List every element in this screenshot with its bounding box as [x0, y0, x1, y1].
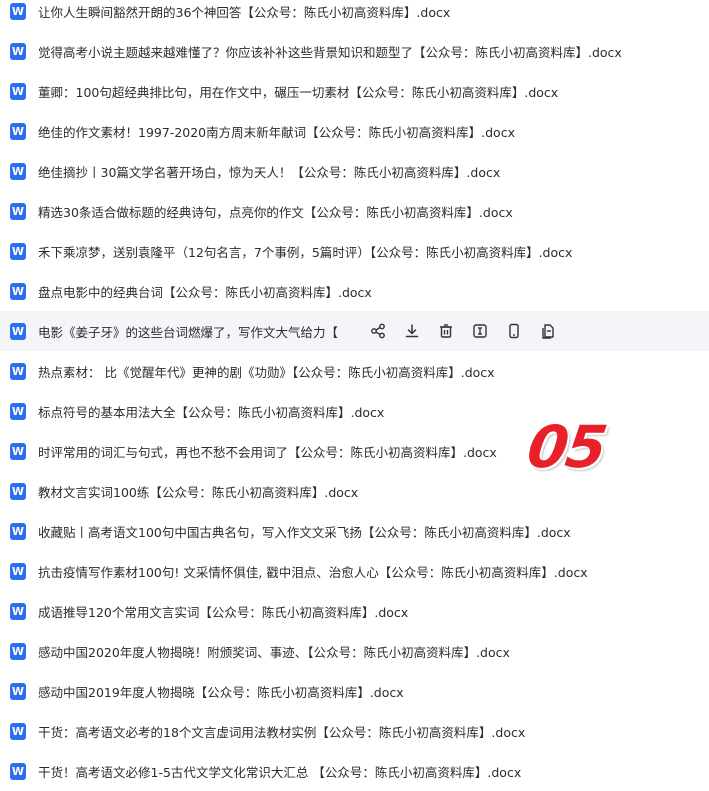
word-file-icon: W — [10, 362, 26, 380]
word-file-icon: W — [10, 562, 26, 580]
file-name[interactable]: 教材文言实词100练【公众号：陈氏小初高资料库】.docx — [38, 482, 358, 501]
share-icon[interactable] — [368, 321, 388, 341]
word-file-icon: W — [10, 162, 26, 180]
file-name[interactable]: 标点符号的基本用法大全【公众号：陈氏小初高资料库】.docx — [38, 402, 384, 421]
file-name[interactable]: 成语推导120个常用文言实词【公众号：陈氏小初高资料库】.docx — [38, 602, 408, 621]
file-list: W 让你人生瞬间豁然开朗的36个神回答【公众号：陈氏小初高资料库】.docx W… — [0, 0, 709, 791]
file-name[interactable]: 感动中国2020年度人物揭晓！附颁奖词、事迹、【公众号：陈氏小初高资料库】.do… — [38, 642, 510, 661]
file-row[interactable]: W 干货：高考语文必考的18个文言虚词用法教材实例【公众号：陈氏小初高资料库】.… — [0, 711, 709, 751]
word-file-icon: W — [10, 762, 26, 780]
word-file-icon: W — [10, 42, 26, 60]
file-name[interactable]: 董卿：100句超经典排比句，用在作文中，碾压一切素材【公众号：陈氏小初高资料库】… — [38, 82, 558, 101]
file-row[interactable]: W 盘点电影中的经典台词【公众号：陈氏小初高资料库】.docx — [0, 271, 709, 311]
delete-icon[interactable] — [436, 321, 456, 341]
file-row-hovered[interactable]: W 电影《姜子牙》的这些台词燃爆了，写作文大气给力【公... — [0, 311, 709, 351]
file-name[interactable]: 精选30条适合做标题的经典诗句，点亮你的作文【公众号：陈氏小初高资料库】.doc… — [38, 202, 513, 221]
number-badge: 05 — [523, 413, 610, 481]
file-name[interactable]: 干货：高考语文必考的18个文言虚词用法教材实例【公众号：陈氏小初高资料库】.do… — [38, 722, 525, 741]
row-actions — [368, 311, 572, 351]
word-file-icon: W — [10, 682, 26, 700]
file-row[interactable]: W 热点素材： 比《觉醒年代》更神的剧《功勋》【公众号：陈氏小初高资料库】.do… — [0, 351, 709, 391]
file-row[interactable]: W 董卿：100句超经典排比句，用在作文中，碾压一切素材【公众号：陈氏小初高资料… — [0, 71, 709, 111]
file-name[interactable]: 觉得高考小说主题越来越难懂了？你应该补补这些背景知识和题型了【公众号：陈氏小初高… — [38, 42, 622, 61]
word-file-icon: W — [10, 482, 26, 500]
word-file-icon: W — [10, 122, 26, 140]
file-row[interactable]: W 禾下乘凉梦，送别袁隆平（12句名言，7个事例，5篇时评）【公众号：陈氏小初高… — [0, 231, 709, 271]
file-name[interactable]: 绝佳的作文素材！1997-2020南方周末新年献词【公众号：陈氏小初高资料库】.… — [38, 122, 515, 141]
word-file-icon: W — [10, 322, 26, 340]
word-file-icon: W — [10, 442, 26, 460]
file-row[interactable]: W 收藏贴丨高考语文100句中国古典名句，写入作文文采飞扬【公众号：陈氏小初高资… — [0, 511, 709, 551]
file-name[interactable]: 时评常用的词汇与句式，再也不愁不会用词了【公众号：陈氏小初高资料库】.docx — [38, 442, 497, 461]
word-file-icon: W — [10, 522, 26, 540]
file-row[interactable]: W 觉得高考小说主题越来越难懂了？你应该补补这些背景知识和题型了【公众号：陈氏小… — [0, 31, 709, 71]
mobile-icon[interactable] — [504, 321, 524, 341]
file-row[interactable]: W 干货！高考语文必修1-5古代文学文化常识大汇总 【公众号：陈氏小初高资料库】… — [0, 751, 709, 791]
file-row[interactable]: W 感动中国2020年度人物揭晓！附颁奖词、事迹、【公众号：陈氏小初高资料库】.… — [0, 631, 709, 671]
file-row[interactable]: W 抗击疫情写作素材100句! 文采情怀俱佳, 戳中泪点、治愈人心【公众号：陈氏… — [0, 551, 709, 591]
file-name[interactable]: 禾下乘凉梦，送别袁隆平（12句名言，7个事例，5篇时评）【公众号：陈氏小初高资料… — [38, 242, 572, 261]
word-file-icon: W — [10, 202, 26, 220]
file-row[interactable]: W 成语推导120个常用文言实词【公众号：陈氏小初高资料库】.docx — [0, 591, 709, 631]
file-row[interactable]: W 精选30条适合做标题的经典诗句，点亮你的作文【公众号：陈氏小初高资料库】.d… — [0, 191, 709, 231]
file-name[interactable]: 收藏贴丨高考语文100句中国古典名句，写入作文文采飞扬【公众号：陈氏小初高资料库… — [38, 522, 571, 541]
file-name[interactable]: 让你人生瞬间豁然开朗的36个神回答【公众号：陈氏小初高资料库】.docx — [38, 2, 450, 21]
file-name[interactable]: 盘点电影中的经典台词【公众号：陈氏小初高资料库】.docx — [38, 282, 372, 301]
file-row[interactable]: W 绝佳摘抄丨30篇文学名著开场白，惊为天人！【公众号：陈氏小初高资料库】.do… — [0, 151, 709, 191]
file-name[interactable]: 抗击疫情写作素材100句! 文采情怀俱佳, 戳中泪点、治愈人心【公众号：陈氏小初… — [38, 562, 588, 581]
word-file-icon: W — [10, 722, 26, 740]
file-row[interactable]: W 让你人生瞬间豁然开朗的36个神回答【公众号：陈氏小初高资料库】.docx — [0, 0, 709, 31]
file-name[interactable]: 绝佳摘抄丨30篇文学名著开场白，惊为天人！【公众号：陈氏小初高资料库】.docx — [38, 162, 500, 181]
download-icon[interactable] — [402, 321, 422, 341]
word-file-icon: W — [10, 82, 26, 100]
word-file-icon: W — [10, 402, 26, 420]
word-file-icon: W — [10, 602, 26, 620]
rename-icon[interactable] — [470, 321, 490, 341]
copy-icon[interactable] — [538, 321, 558, 341]
file-row[interactable]: W 绝佳的作文素材！1997-2020南方周末新年献词【公众号：陈氏小初高资料库… — [0, 111, 709, 151]
word-file-icon: W — [10, 2, 26, 20]
file-row[interactable]: W 感动中国2019年度人物揭晓【公众号：陈氏小初高资料库】.docx — [0, 671, 709, 711]
file-name[interactable]: 感动中国2019年度人物揭晓【公众号：陈氏小初高资料库】.docx — [38, 682, 404, 701]
file-name[interactable]: 电影《姜子牙》的这些台词燃爆了，写作文大气给力【公... — [38, 322, 338, 341]
word-file-icon: W — [10, 282, 26, 300]
word-file-icon: W — [10, 642, 26, 660]
file-name[interactable]: 热点素材： 比《觉醒年代》更神的剧《功勋》【公众号：陈氏小初高资料库】.docx — [38, 362, 495, 381]
word-file-icon: W — [10, 242, 26, 260]
file-name[interactable]: 干货！高考语文必修1-5古代文学文化常识大汇总 【公众号：陈氏小初高资料库】.d… — [38, 762, 521, 781]
